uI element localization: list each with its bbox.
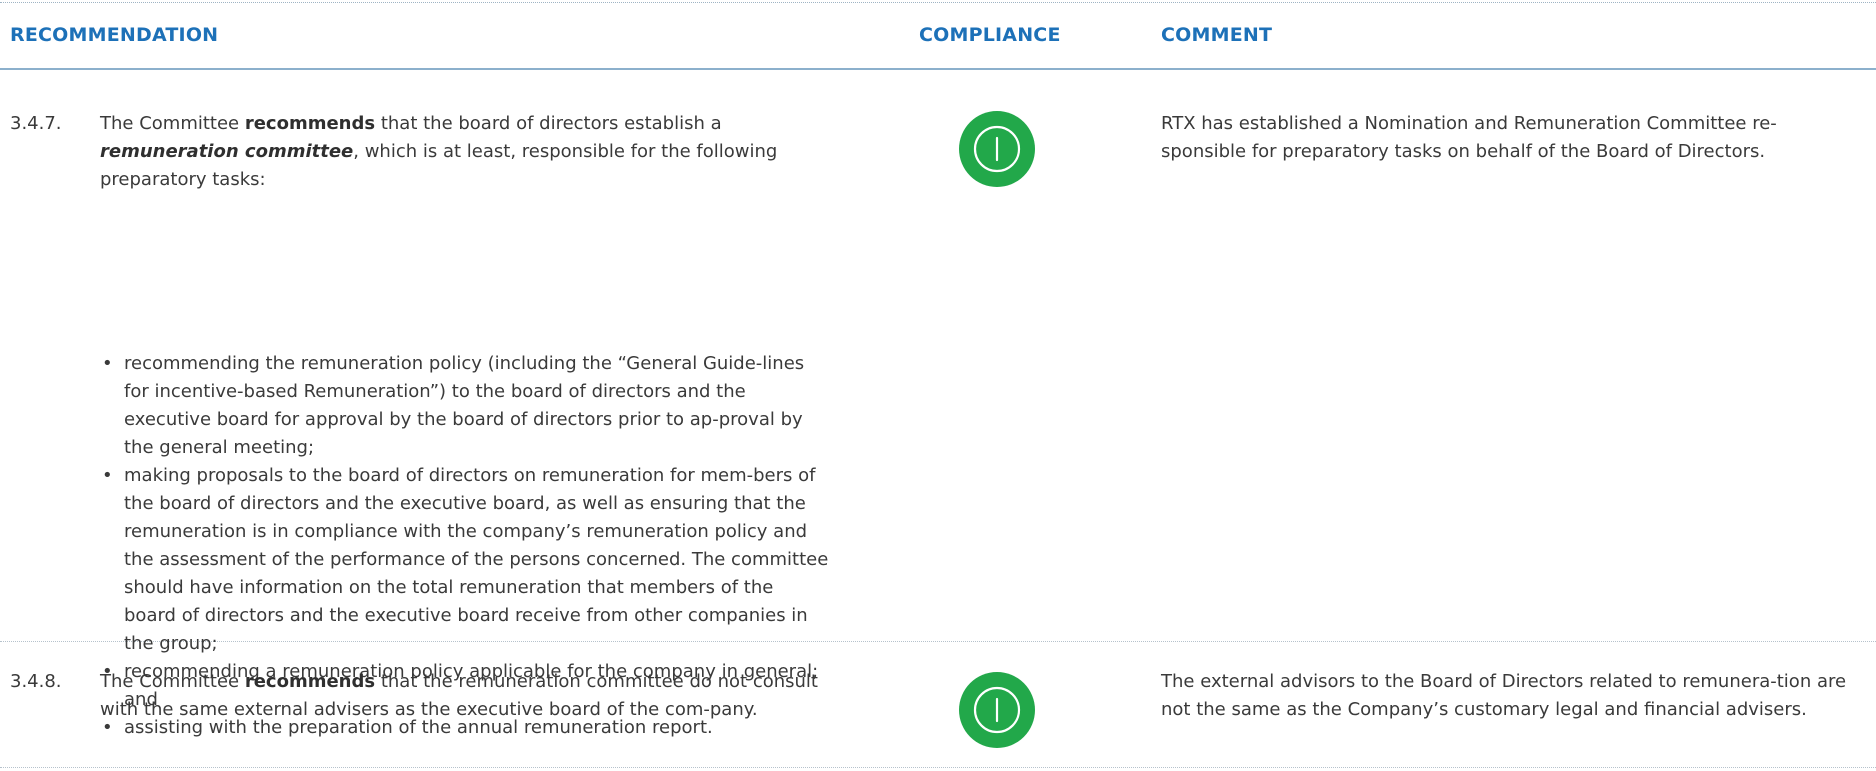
recommendation-text: The Committee recommends that the remune… <box>100 668 830 724</box>
table-header: RECOMMENDATION COMPLIANCE COMMENT <box>0 0 1876 70</box>
rec-text-part: that the board of directors establish a <box>375 113 722 134</box>
list-item: • recommending the remuneration policy (i… <box>100 350 830 462</box>
complied-icon <box>959 672 1035 748</box>
bullet-glyph: • <box>102 465 113 486</box>
rec-text-bold-italic: remuneration committee <box>100 141 354 162</box>
header-comment: COMMENT <box>1161 24 1273 46</box>
rec-text-bold: recommends <box>244 113 376 134</box>
recommendation-number: 3.4.7. <box>10 113 62 134</box>
header-recommendation: RECOMMENDATION <box>10 24 219 46</box>
comment-text: RTX has established a Nomination and Rem… <box>1161 113 1777 162</box>
header-compliance: COMPLIANCE <box>919 24 1061 46</box>
rec-text-part: The Committee <box>100 671 245 692</box>
rec-text-part: The Committee <box>100 113 245 134</box>
bullet-text: making proposals to the board of directo… <box>124 465 829 654</box>
recommendation-text: The Committee recommends that the board … <box>100 110 830 194</box>
bullet-glyph: • <box>102 353 113 374</box>
bullet-text: recommending the remuneration policy (in… <box>124 353 805 458</box>
table-row: 3.4.7. The Committee recommends that the… <box>0 68 1876 738</box>
rec-text-bold: recommends <box>244 671 376 692</box>
comment-text: The external advisors to the Board of Di… <box>1161 671 1847 720</box>
list-item: • making proposals to the board of direct… <box>100 462 830 658</box>
complied-icon <box>959 111 1035 187</box>
table-row: 3.4.8. The Committee recommends that the… <box>0 642 1876 768</box>
recommendation-number: 3.4.8. <box>10 671 62 692</box>
